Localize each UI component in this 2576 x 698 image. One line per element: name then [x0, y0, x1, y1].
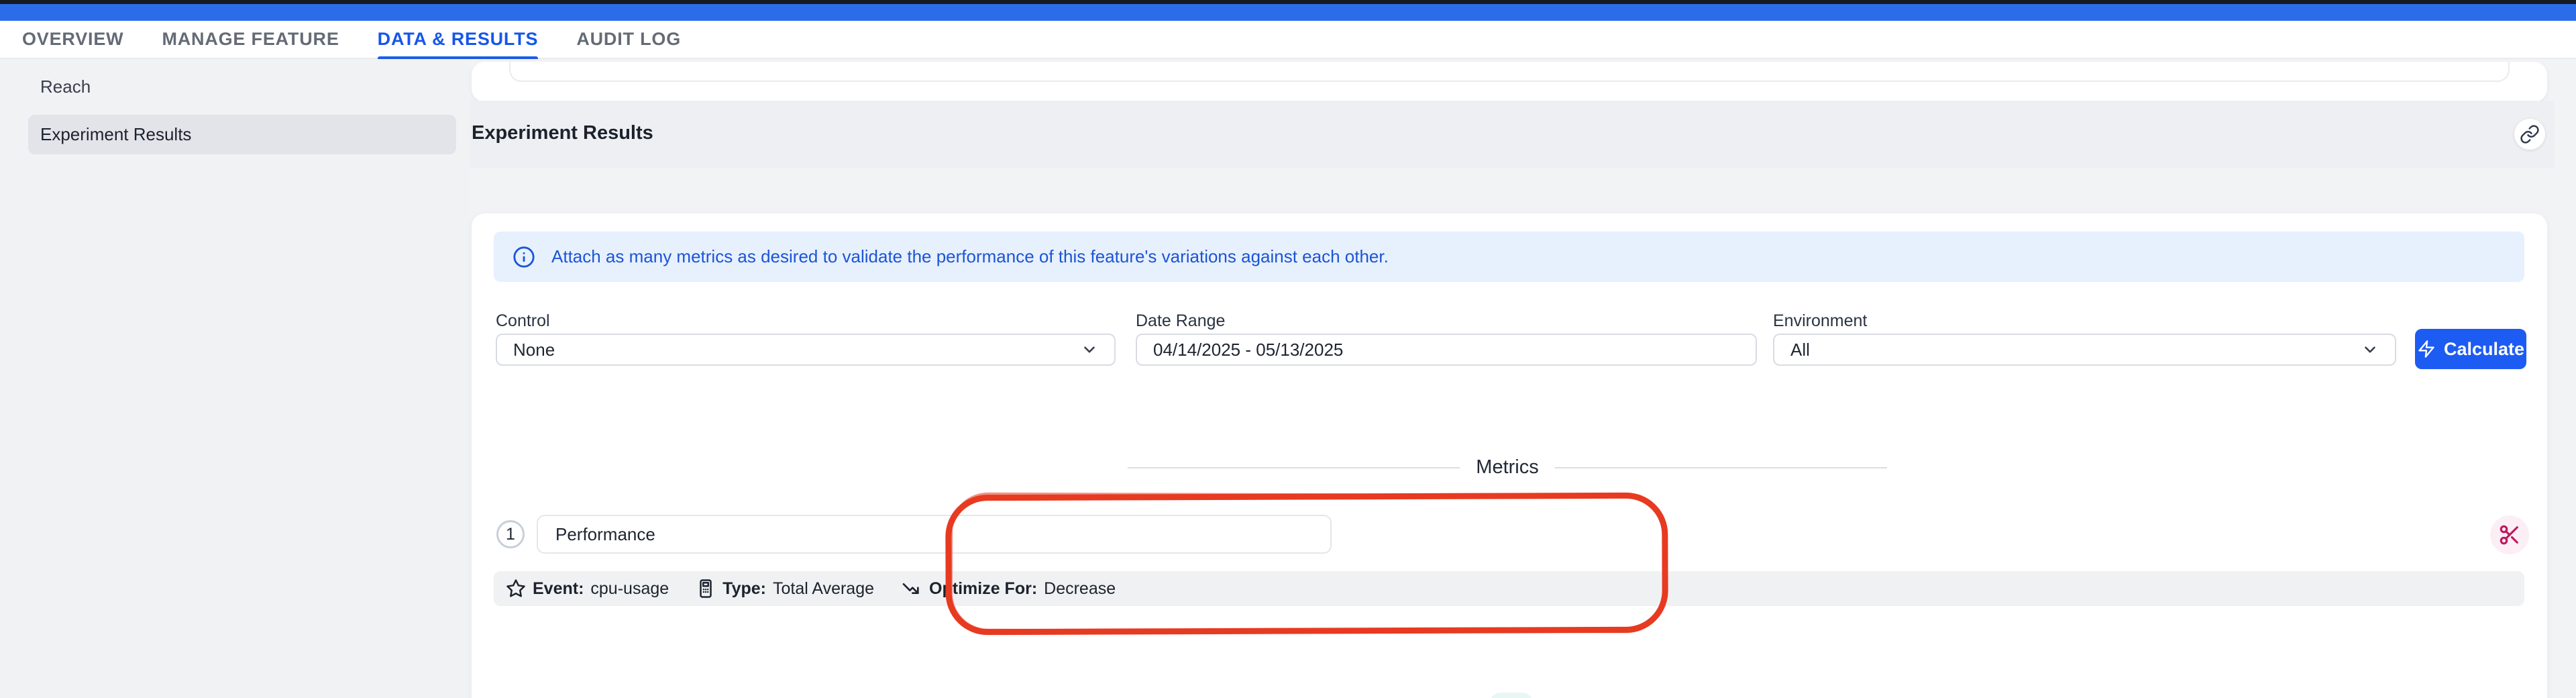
environment-select-value: All: [1790, 340, 1810, 360]
environment-select[interactable]: All: [1773, 334, 2396, 366]
info-icon: [513, 246, 535, 268]
metric-ready-badge: [1491, 693, 1532, 698]
tab-overview[interactable]: OVERVIEW: [22, 20, 123, 58]
metric-event-value: cpu-usage: [590, 579, 669, 599]
metric-type-label: Type:: [722, 579, 766, 599]
info-banner-text: Attach as many metrics as desired to val…: [551, 246, 1389, 267]
metric-optimize-label: Optimize For:: [929, 579, 1037, 599]
metrics-divider-label: Metrics: [1476, 456, 1538, 479]
divider-line: [1555, 467, 1887, 468]
experiment-results-card: Attach as many metrics as desired to val…: [472, 213, 2547, 698]
metric-optimize-group: Optimize For: Decrease: [901, 578, 1116, 599]
metric-details-bar: Event: cpu-usage Type: Total Average: [494, 571, 2524, 606]
metric-event-label: Event:: [533, 579, 584, 599]
trend-down-icon: [901, 578, 922, 599]
calculator-icon: [696, 579, 716, 599]
main-content: Experiment Results Attach as many metric: [470, 59, 2576, 698]
date-range-value: 04/14/2025 - 05/13/2025: [1153, 340, 1343, 360]
tab-bar: OVERVIEW MANAGE FEATURE DATA & RESULTS A…: [0, 21, 2576, 59]
metrics-divider: Metrics: [1128, 456, 1887, 479]
tab-data-results[interactable]: DATA & RESULTS: [378, 20, 539, 58]
star-icon: [506, 579, 526, 599]
section-header-band: Experiment Results: [470, 101, 2555, 168]
topbar-blue: [0, 4, 2576, 21]
metric-name-input[interactable]: [537, 515, 1332, 554]
metric-type-value: Total Average: [773, 579, 874, 599]
date-range-input[interactable]: 04/14/2025 - 05/13/2025: [1136, 334, 1757, 366]
bolt-icon: [2417, 340, 2436, 358]
date-range-label: Date Range: [1136, 311, 1225, 331]
link-icon: [2520, 124, 2540, 144]
control-label: Control: [496, 311, 550, 331]
tab-audit-log[interactable]: AUDIT LOG: [576, 20, 681, 58]
divider-line: [1128, 467, 1460, 468]
page: OVERVIEW MANAGE FEATURE DATA & RESULTS A…: [0, 0, 2576, 698]
control-select-value: None: [513, 340, 555, 360]
previous-card-inner-box: [509, 62, 2510, 82]
chevron-down-icon: [1081, 341, 1098, 358]
tab-manage-feature[interactable]: MANAGE FEATURE: [162, 20, 339, 58]
page-title: Experiment Results: [472, 122, 653, 144]
sidebar: Reach Experiment Results: [0, 59, 470, 698]
info-banner: Attach as many metrics as desired to val…: [494, 232, 2524, 282]
calculate-button-label: Calculate: [2444, 339, 2524, 360]
control-select[interactable]: None: [496, 334, 1116, 366]
sidebar-item-experiment-results[interactable]: Experiment Results: [28, 115, 456, 154]
metric-type-group: Type: Total Average: [696, 579, 874, 599]
sidebar-item-reach[interactable]: Reach: [28, 67, 456, 107]
metric-index-badge: 1: [496, 520, 525, 548]
chevron-down-icon: [2361, 341, 2379, 358]
calculate-button[interactable]: Calculate: [2415, 329, 2526, 369]
metric-optimize-value: Decrease: [1044, 579, 1116, 599]
previous-section-card-bottom: [472, 62, 2547, 102]
copy-link-button[interactable]: [2514, 119, 2545, 150]
remove-metric-button[interactable]: [2490, 515, 2529, 554]
metric-event-group: Event: cpu-usage: [506, 579, 669, 599]
scissors-icon: [2498, 524, 2521, 546]
environment-label: Environment: [1773, 311, 1867, 331]
